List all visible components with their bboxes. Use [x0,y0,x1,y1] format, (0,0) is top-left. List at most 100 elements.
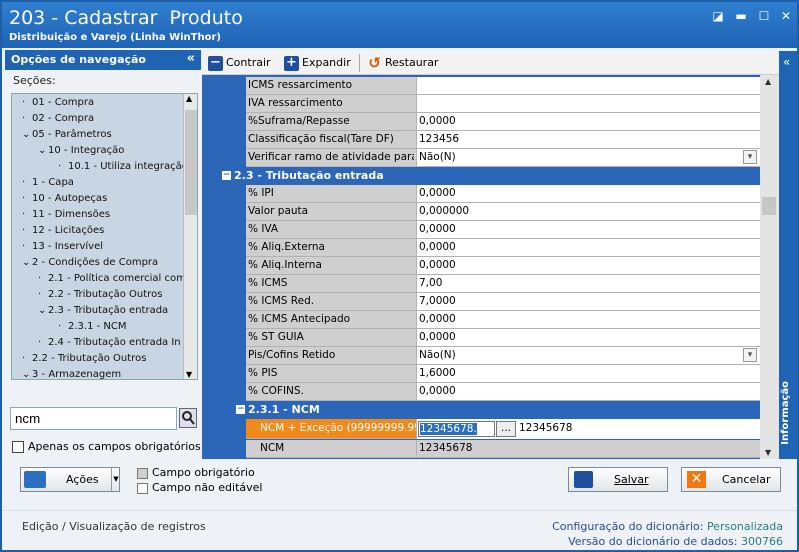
tree-item[interactable]: ⌄ 2 - Condições de Compra [22,255,158,271]
info-side-tab[interactable]: « Informação [779,51,797,459]
scroll-up-icon[interactable]: ▲ [186,94,192,103]
property-value[interactable] [416,95,760,112]
property-value[interactable]: 0,0000 [416,113,760,130]
tree-expand-icon[interactable]: ⌄ [38,303,48,319]
collapse-section-icon[interactable]: − [222,171,231,180]
scroll-down-icon[interactable]: ▼ [765,448,771,457]
dropdown-arrow-icon[interactable]: ▾ [743,150,757,164]
property-value[interactable]: 0,0000 [416,221,760,238]
search-button[interactable] [179,408,197,428]
property-value[interactable]: 7,00 [416,275,760,292]
collapse-left-icon[interactable]: « [187,51,195,66]
checkbox-box[interactable] [12,441,24,453]
collapse-right-icon[interactable]: « [783,55,790,69]
dropdown-arrow-icon[interactable]: ▾ [743,348,757,362]
grid-scrollbar[interactable]: ▲ ▼ [760,75,779,459]
tree-item[interactable]: ⌄ 3 - Armazenagem [22,367,121,379]
only-required-checkbox[interactable]: Apenas os campos obrigatórios [12,440,201,453]
tree-expand-icon[interactable]: · [22,95,32,111]
property-row[interactable]: Pis/Cofins Retido Não(N) ▾ [246,347,760,365]
property-row[interactable]: % IVA 0,0000 [246,221,760,239]
scroll-up-icon[interactable]: ▲ [765,77,771,86]
tree-item[interactable]: · 12 - Licitações [22,223,104,239]
property-value[interactable] [416,77,760,94]
tree-scroll-thumb[interactable] [185,110,197,215]
property-row[interactable]: % ICMS Red. 7,0000 [246,293,760,311]
property-row[interactable]: % PIS 1,6000 [246,365,760,383]
ncm-excecao-row[interactable]: NCM + Exceção (99999999.99) 12345678.... 1… [246,419,760,439]
tree-expand-icon[interactable]: · [22,223,32,239]
property-value[interactable]: 0,0000 [416,329,760,346]
tree-item[interactable]: · 11 - Dimensões [22,207,110,223]
expandir-button[interactable]: + Expandir [284,55,351,71]
property-row[interactable]: IVA ressarcimento [246,95,760,113]
property-value[interactable]: 1,6000 [416,365,760,382]
property-row[interactable]: % ST GUIA 0,0000 [246,329,760,347]
property-row[interactable]: % IPI 0,0000 [246,185,760,203]
property-row[interactable]: % Aliq.Interna 0,0000 [246,257,760,275]
acoes-button[interactable]: Ações ▼ [20,467,120,492]
maximize-button[interactable]: ☐ [756,8,772,24]
property-row[interactable]: ICMS ressarcimento [246,77,760,95]
tree-expand-icon[interactable]: · [38,335,48,351]
tree-scrollbar[interactable]: ▲ ▼ [183,94,197,379]
tree-expand-icon[interactable]: ⌄ [22,255,32,271]
cancelar-button[interactable]: ✕ Cancelar [681,467,781,492]
tree-expand-icon[interactable]: · [22,351,32,367]
tree-item[interactable]: · 1 - Capa [22,175,74,191]
property-value[interactable]: 0,0000 [416,239,760,256]
scroll-down-icon[interactable]: ▼ [186,370,192,379]
tree-expand-icon[interactable]: · [22,111,32,127]
salvar-button[interactable]: Salvar [568,467,668,492]
tree-item[interactable]: · 10 - Autopeças [22,191,107,207]
tree-item[interactable]: · 2.2 - Tributação Outros [22,351,146,367]
ncm-lookup-button[interactable]: ... [496,421,516,437]
tree-expand-icon[interactable]: · [58,319,68,335]
contrair-button[interactable]: − Contrair [208,55,271,71]
property-row[interactable]: % ICMS Antecipado 0,0000 [246,311,760,329]
property-value[interactable]: 7,0000 [416,293,760,310]
property-row[interactable]: % Aliq.Externa 0,0000 [246,239,760,257]
tree-expand-icon[interactable]: · [22,191,32,207]
collapse-section-icon[interactable]: − [236,405,245,414]
close-button[interactable]: ✕ [778,8,794,24]
property-row[interactable]: % ICMS 7,00 [246,275,760,293]
tree-item[interactable]: · 2.1 - Política comercial com [38,271,186,287]
property-value[interactable]: 123456 [416,131,760,148]
property-value[interactable]: 0,000000 [416,203,760,220]
tree-expand-icon[interactable]: · [22,207,32,223]
tree-item[interactable]: ⌄ 05 - Parâmetros [22,127,112,143]
property-value[interactable]: 0,0000 [416,383,760,400]
resize-icon[interactable]: ◪ [710,8,726,24]
ncm-excecao-input[interactable]: 12345678. [418,421,495,437]
tree-expand-icon[interactable]: ⌄ [22,367,32,379]
tree-item[interactable]: · 2.4 - Tributação entrada In [38,335,181,351]
section-header[interactable]: −2.3.1 - NCM [232,401,760,419]
property-row[interactable]: Verificar ramo de atividade para cáNão(N… [246,149,760,167]
tree-expand-icon[interactable]: ⌄ [38,143,48,159]
property-value[interactable]: Não(N) ▾ [416,149,760,166]
tree-item[interactable]: ⌄ 10 - Integração [38,143,124,159]
tree-item[interactable]: · 2.2 - Tributação Outros [38,287,162,303]
dropdown-arrow-icon[interactable]: ▼ [111,468,120,491]
tree-expand-icon[interactable]: · [22,175,32,191]
tree-expand-icon[interactable]: · [38,271,48,287]
tree-expand-icon[interactable]: · [38,287,48,303]
grid-scroll-thumb[interactable] [762,197,776,215]
restaurar-button[interactable]: ↺ Restaurar [367,55,438,71]
tree-item[interactable]: · 2.3.1 - NCM [58,319,127,335]
tree-expand-icon[interactable]: · [58,159,68,175]
minimize-button[interactable]: ▬ [733,8,749,24]
tree-item[interactable]: · 02 - Compra [22,111,94,127]
tree-item[interactable]: ⌄ 2.3 - Tributação entrada [38,303,168,319]
property-value[interactable]: 0,0000 [416,311,760,328]
tree-item[interactable]: · 10.1 - Utiliza integração [58,159,188,175]
tree-item[interactable]: · 13 - Inservível [22,239,103,255]
tree-expand-icon[interactable]: ⌄ [22,127,32,143]
property-row[interactable]: Valor pauta 0,000000 [246,203,760,221]
property-row[interactable]: %Suframa/Repasse 0,0000 [246,113,760,131]
property-value[interactable]: 0,0000 [416,257,760,274]
section-header[interactable]: −2.3 - Tributação entrada [218,167,760,185]
ncm-row[interactable]: NCM 12345678 [246,440,760,458]
property-value[interactable]: 0,0000 [416,185,760,202]
